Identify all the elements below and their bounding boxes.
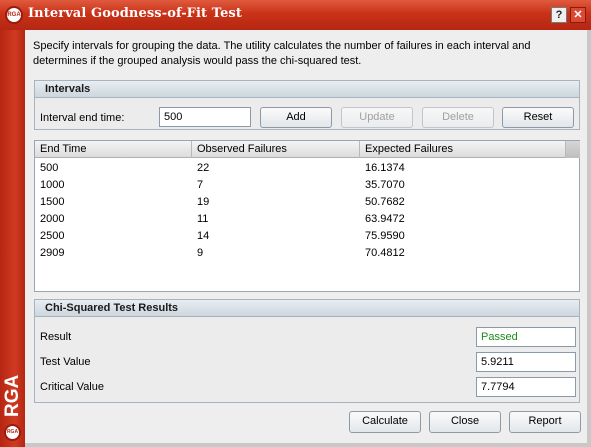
calculate-button[interactable]: Calculate <box>349 411 421 433</box>
cell-end-time: 500 <box>40 162 59 174</box>
report-button[interactable]: Report <box>509 411 581 433</box>
critical-value-label: Critical Value <box>40 381 104 393</box>
cell-observed-failures: 9 <box>197 247 204 259</box>
title-bar[interactable]: RGA Interval Goodness-of-Fit Test ? ✕ <box>0 0 591 30</box>
rga-logo-icon: RGA <box>5 6 23 24</box>
table-row[interactable]: 1000 7 35.7070 <box>35 177 579 194</box>
intervals-header: Intervals <box>35 81 579 98</box>
interval-end-time-label: Interval end time: <box>40 112 125 124</box>
cell-end-time: 1500 <box>40 196 65 208</box>
chi-squared-header: Chi-Squared Test Results <box>35 300 579 317</box>
result-label: Result <box>40 331 72 343</box>
cell-observed-failures: 7 <box>197 179 204 191</box>
cell-observed-failures: 11 <box>197 213 209 225</box>
cell-expected-failures: 70.4812 <box>365 247 405 259</box>
table-row[interactable]: 2500 14 75.9590 <box>35 228 579 245</box>
cell-observed-failures: 22 <box>197 162 210 174</box>
test-value-label: Test Value <box>40 356 91 368</box>
description-text: Specify intervals for grouping the data.… <box>33 40 531 67</box>
update-button[interactable]: Update <box>341 107 413 128</box>
cell-expected-failures: 50.7682 <box>365 196 405 208</box>
cell-expected-failures: 63.9472 <box>365 213 405 225</box>
dialog-content: Specify intervals for grouping the data.… <box>25 30 587 443</box>
cell-observed-failures: 14 <box>197 230 210 242</box>
cell-observed-failures: 19 <box>197 196 210 208</box>
cell-end-time: 2000 <box>40 213 65 225</box>
table-header: End Time Observed Failures Expected Fail… <box>35 141 580 158</box>
critical-value-field: 7.7794 <box>476 377 576 397</box>
cell-end-time: 2500 <box>40 230 65 242</box>
test-value-field: 5.9211 <box>476 352 576 372</box>
intervals-table[interactable]: End Time Observed Failures Expected Fail… <box>34 140 580 292</box>
result-field: Passed <box>476 327 576 347</box>
column-header-expected-failures[interactable]: Expected Failures <box>360 141 566 158</box>
table-row[interactable]: 1500 19 50.7682 <box>35 194 579 211</box>
chi-squared-group: Chi-Squared Test Results Result Passed T… <box>34 299 580 403</box>
help-button[interactable]: ? <box>551 7 567 23</box>
cell-end-time: 1000 <box>40 179 65 191</box>
table-row[interactable]: 2909 9 70.4812 <box>35 245 579 262</box>
add-button[interactable]: Add <box>260 107 332 128</box>
reset-button[interactable]: Reset <box>502 107 574 128</box>
cell-expected-failures: 75.9590 <box>365 230 405 242</box>
brand-sidebar: RGA RGA <box>0 30 25 447</box>
cell-end-time: 2909 <box>40 247 65 259</box>
intervals-group: Intervals Interval end time: 500 Add Upd… <box>34 80 580 130</box>
rga-logo-icon: RGA <box>4 424 21 441</box>
window-title: Interval Goodness-of-Fit Test <box>28 6 242 21</box>
column-header-end-time[interactable]: End Time <box>35 141 192 158</box>
delete-button[interactable]: Delete <box>422 107 494 128</box>
table-row[interactable]: 500 22 16.1374 <box>35 160 579 177</box>
close-button[interactable]: Close <box>429 411 501 433</box>
table-row[interactable]: 2000 11 63.9472 <box>35 211 579 228</box>
cell-expected-failures: 16.1374 <box>365 162 405 174</box>
close-window-button[interactable]: ✕ <box>570 7 586 23</box>
dialog-window: RGA Interval Goodness-of-Fit Test ? ✕ RG… <box>0 0 591 447</box>
interval-end-time-input[interactable]: 500 <box>159 107 251 127</box>
header-filler <box>566 141 580 158</box>
cell-expected-failures: 35.7070 <box>365 179 405 191</box>
column-header-observed-failures[interactable]: Observed Failures <box>192 141 360 158</box>
